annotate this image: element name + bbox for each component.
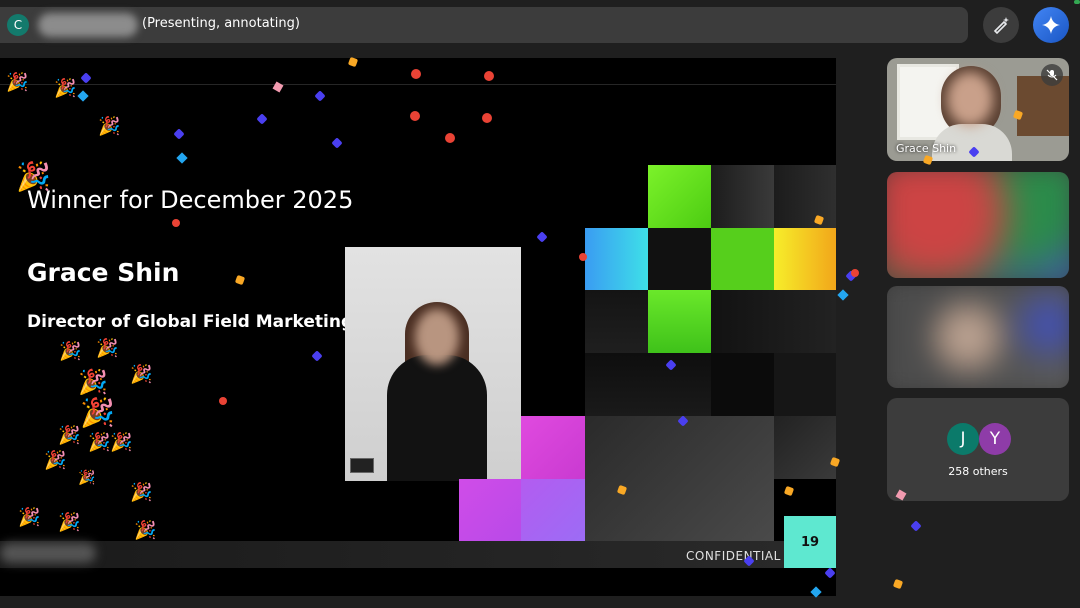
- party-popper-icon: 🎉: [58, 512, 81, 533]
- presenter-name-redacted: [38, 13, 138, 37]
- slide-title: Winner for December 2025: [27, 186, 354, 214]
- tile-gray-5: [585, 353, 711, 416]
- confetti: [910, 520, 922, 532]
- party-popper-icon: 🎉: [44, 450, 67, 471]
- party-popper-icon: 🎉: [130, 364, 153, 385]
- tile-gray-8: [585, 416, 774, 541]
- confetti: [482, 113, 492, 123]
- wall-outlet: [350, 458, 374, 473]
- party-popper-icon: 🎉: [88, 432, 111, 453]
- tile-gray-7: [774, 353, 836, 416]
- tile-magenta: [521, 416, 585, 479]
- winner-photo: [345, 247, 521, 481]
- avatar-y: Y: [979, 423, 1011, 455]
- tile-gray-4: [711, 290, 836, 353]
- confetti: [411, 69, 421, 79]
- participant-tile-grace[interactable]: Grace Shin: [887, 58, 1069, 161]
- winner-role: Director of Global Field Marketing: [27, 312, 354, 332]
- gemini-button[interactable]: [1033, 7, 1069, 43]
- party-popper-icon: 🎉: [6, 72, 29, 93]
- confetti: [445, 133, 455, 143]
- tile-green-top: [648, 165, 711, 228]
- mic-off-icon: [1041, 64, 1063, 86]
- tile-violet: [521, 479, 585, 541]
- presenter-avatar: C: [7, 14, 29, 36]
- confetti: [837, 289, 849, 301]
- presented-slide: Winner for December 2025 Grace Shin Dire…: [0, 58, 836, 596]
- party-popper-icon: 🎉: [130, 482, 153, 503]
- tile-black: [648, 228, 711, 290]
- party-popper-icon: 🎉: [16, 160, 51, 193]
- party-popper-icon: 🎉: [134, 520, 157, 541]
- tile-cyan: [585, 228, 648, 290]
- confetti: [851, 269, 859, 277]
- presentation-bar: C (Presenting, annotating): [0, 7, 968, 43]
- status-dot: [1074, 0, 1080, 4]
- party-popper-icon: 🎉: [78, 470, 96, 486]
- presenting-status: (Presenting, annotating): [142, 16, 300, 31]
- person-body: [387, 355, 487, 481]
- participant-face-blurred: [947, 72, 993, 126]
- tile-pink-violet: [459, 479, 521, 541]
- party-popper-icon: 🎉: [96, 338, 119, 359]
- others-tile[interactable]: J Y 258 others: [887, 398, 1069, 501]
- avatar-j: J: [947, 423, 979, 455]
- party-popper-icon: 🎉: [59, 341, 82, 362]
- confetti: [922, 154, 934, 166]
- others-count: 258 others: [948, 465, 1008, 478]
- gemini-sparkle-icon: [1042, 16, 1060, 34]
- tile-gray-2: [774, 165, 836, 228]
- participant-tile-blurred-1[interactable]: [887, 172, 1069, 278]
- footer-redacted: [0, 543, 96, 563]
- winner-name: Grace Shin: [27, 258, 180, 287]
- party-popper-icon: 🎉: [80, 396, 115, 429]
- tile-gray-3: [585, 290, 648, 353]
- tile-gray-9: [774, 416, 836, 479]
- slide-top-line: [0, 84, 836, 85]
- confetti: [172, 219, 180, 227]
- confetti: [892, 578, 904, 590]
- party-popper-icon: 🎉: [110, 432, 133, 453]
- confetti: [484, 71, 494, 81]
- party-popper-icon: 🎉: [18, 507, 41, 528]
- party-popper-icon: 🎉: [98, 116, 121, 137]
- annotate-button[interactable]: [983, 7, 1019, 43]
- participant-tile-blurred-2[interactable]: [887, 286, 1069, 388]
- pen-sparkle-icon: [993, 17, 1009, 34]
- room-cabinet: [1017, 76, 1069, 136]
- person-face-blurred: [415, 309, 459, 365]
- participant-video-blurred: [887, 286, 1069, 388]
- tile-green-low: [648, 290, 711, 353]
- tile-green-mid: [711, 228, 774, 290]
- confetti: [410, 111, 420, 121]
- confidential-label: CONFIDENTIAL: [686, 549, 781, 563]
- party-popper-icon: 🎉: [54, 78, 77, 99]
- confetti: [219, 397, 227, 405]
- tile-gray-1: [711, 165, 774, 228]
- party-popper-icon: 🎉: [58, 425, 81, 446]
- slide-page-number: 19: [784, 516, 836, 568]
- tile-gray-6: [711, 353, 774, 416]
- tile-yellow: [774, 228, 836, 290]
- party-popper-icon: 🎉: [78, 368, 108, 396]
- participant-video-blurred: [887, 172, 1069, 278]
- participant-name: Grace Shin: [896, 142, 957, 155]
- confetti: [579, 253, 587, 261]
